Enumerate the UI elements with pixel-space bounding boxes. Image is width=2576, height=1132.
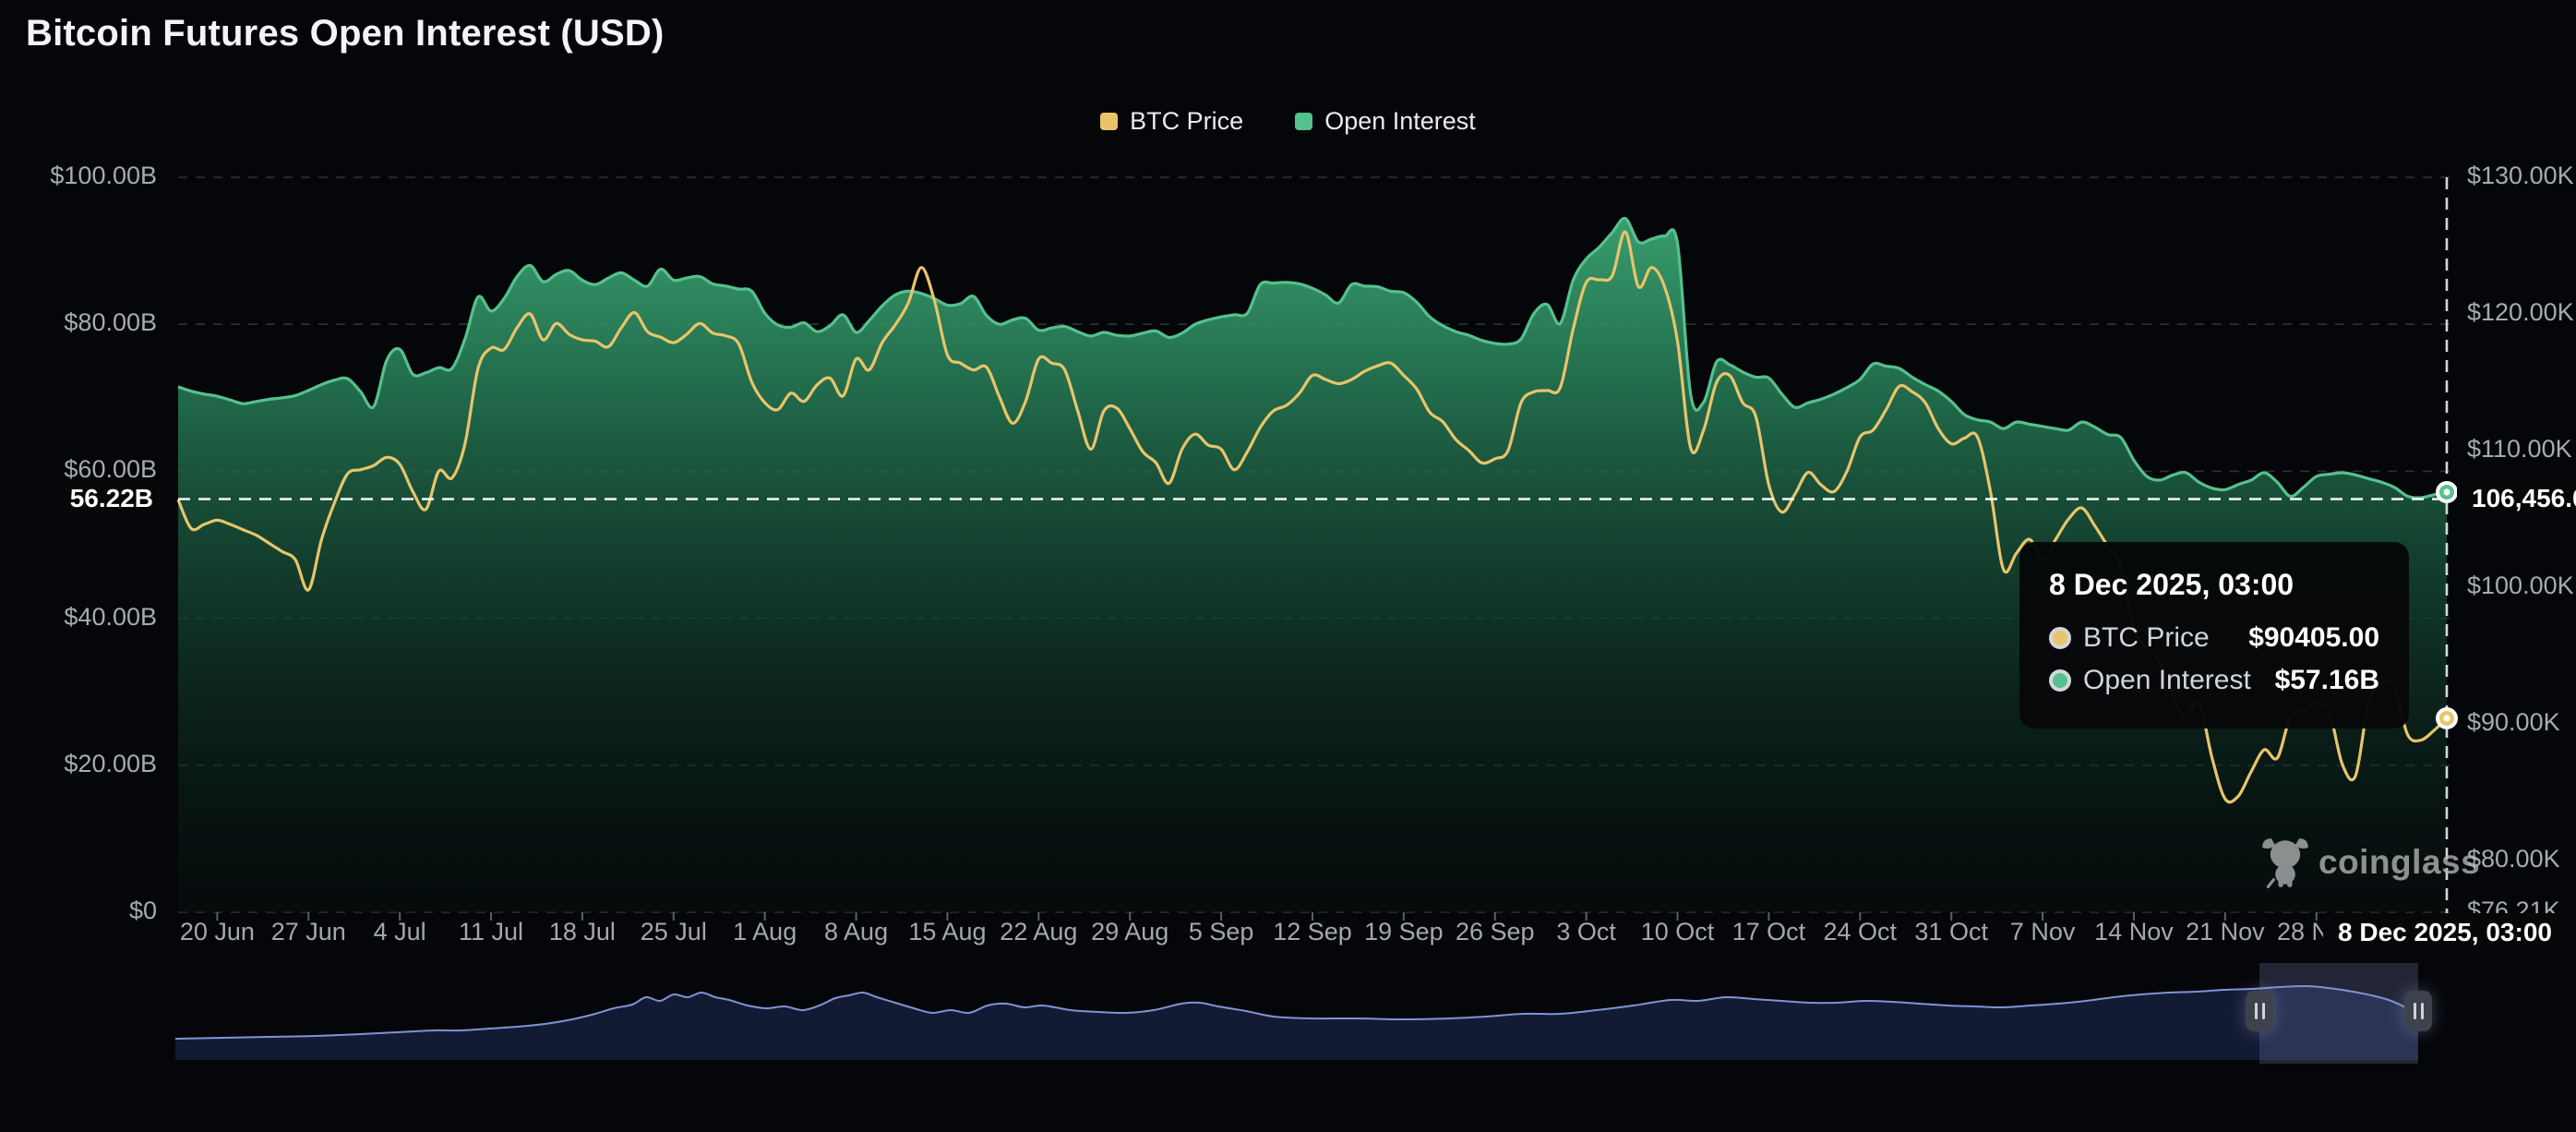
crosshair-date-badge: 8 Dec 2025, 03:00 (2323, 913, 2567, 952)
x-axis-label: 25 Jul (641, 918, 707, 946)
x-axis-label: 8 Aug (824, 918, 888, 946)
x-axis-label: 19 Sep (1364, 918, 1444, 946)
chart-tooltip: 8 Dec 2025, 03:00 BTC Price $90405.00 Op… (2019, 542, 2409, 729)
open-interest-dot-icon (2049, 669, 2071, 692)
x-axis-label: 27 Jun (271, 918, 346, 946)
tooltip-value: $57.16B (2275, 665, 2379, 696)
axis-tick-label: $20.00B (0, 750, 157, 778)
x-axis-label: 5 Sep (1189, 918, 1254, 946)
axis-tick-label: $120.00K (2467, 298, 2574, 327)
x-axis-label: 14 Nov (2094, 918, 2174, 946)
x-axis-label: 18 Jul (549, 918, 616, 946)
axis-tick-label: $90.00K (2467, 708, 2560, 737)
x-axis-label: 1 Aug (733, 918, 797, 946)
tooltip-label: Open Interest (2083, 665, 2263, 696)
axis-tick-label: $80.00K (2467, 845, 2560, 873)
x-axis-label: 22 Aug (1000, 918, 1077, 946)
x-axis-label: 24 Oct (1824, 918, 1898, 946)
axis-tick-label: $110.00K (2467, 435, 2572, 464)
open-interest-marker-dot (2443, 488, 2450, 495)
tooltip-row-open-interest: Open Interest $57.16B (2049, 665, 2379, 696)
x-axis-label: 17 Oct (1732, 918, 1806, 946)
btc-price-dot-icon (2049, 627, 2071, 649)
x-axis-label: 12 Sep (1273, 918, 1352, 946)
x-axis-label: 20 Jun (180, 918, 255, 946)
coinglass-chart-page: Bitcoin Futures Open Interest (USD) BTC … (0, 0, 2576, 1132)
btc-price-marker-dot (2443, 715, 2450, 721)
navigator-left-handle[interactable] (2246, 991, 2273, 1031)
coinglass-bull-icon (2261, 837, 2309, 888)
x-axis-label: 21 Nov (2186, 918, 2265, 946)
watermark-text: coinglass (2318, 843, 2480, 882)
crosshair-oi-badge: 56.22B (55, 479, 168, 518)
axis-tick-label: $0 (0, 897, 157, 925)
navigator-right-handle[interactable] (2404, 991, 2432, 1031)
tooltip-label: BTC Price (2083, 622, 2236, 654)
x-axis-label: 29 Aug (1091, 918, 1168, 946)
navigator-area (175, 986, 2418, 1060)
x-axis-label: 7 Nov (2010, 918, 2076, 946)
x-axis-label: 10 Oct (1641, 918, 1715, 946)
x-axis-label: 26 Sep (1456, 918, 1535, 946)
tooltip-row-btc-price: BTC Price $90405.00 (2049, 622, 2379, 654)
coinglass-watermark: coinglass (2261, 837, 2480, 888)
x-axis-label: 31 Oct (1914, 918, 1988, 946)
x-axis-label: 4 Jul (374, 918, 426, 946)
axis-tick-label: $40.00B (0, 603, 157, 632)
axis-tick-label: $100.00B (0, 162, 157, 190)
x-axis-label: 11 Jul (459, 918, 523, 946)
tooltip-value: $90405.00 (2248, 622, 2379, 654)
x-axis-label: 15 Aug (908, 918, 986, 946)
x-axis-label: 3 Oct (1556, 918, 1616, 946)
crosshair-price-badge: 106,456.07 (2457, 479, 2576, 518)
axis-tick-label: $130.00K (2467, 162, 2574, 190)
axis-tick-label: $100.00K (2467, 572, 2574, 600)
navigator-selection[interactable] (2259, 963, 2418, 1064)
tooltip-date: 8 Dec 2025, 03:00 (2049, 568, 2379, 602)
axis-tick-label: $80.00B (0, 308, 157, 337)
